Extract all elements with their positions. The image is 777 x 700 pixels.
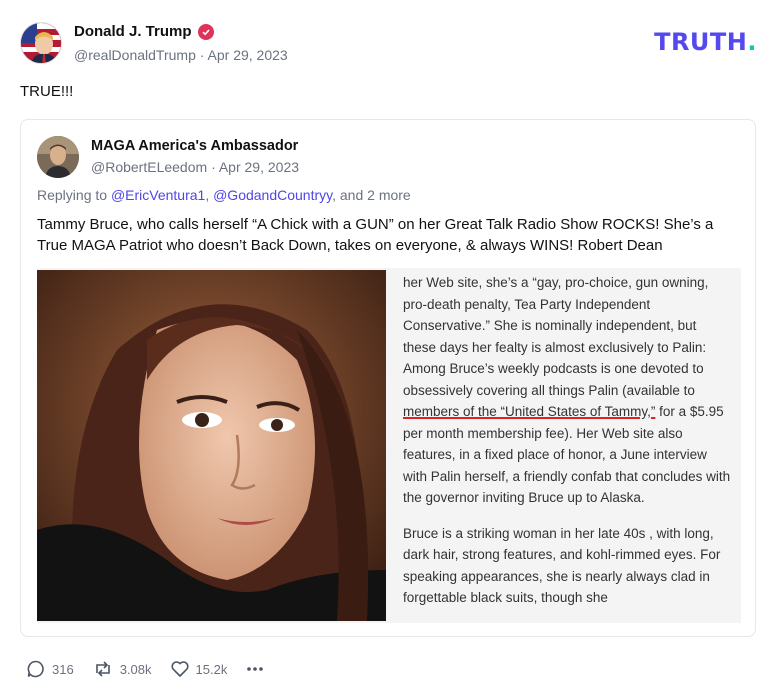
mention-link[interactable]: @EricVentura1 [111, 187, 205, 203]
reply-button[interactable]: 316 [26, 659, 74, 679]
article-text: for a $5.95 per month membership fee). H… [403, 404, 731, 505]
post-date[interactable]: Apr 29, 2023 [208, 47, 288, 63]
like-button[interactable]: 15.2k [170, 659, 228, 679]
replying-prefix: Replying to [37, 187, 108, 203]
replying-to-line: Replying to @EricVentura1, @GodandCountr… [37, 187, 411, 203]
meta-separator: · [199, 47, 208, 63]
truth-logo[interactable]: TRUTH. [654, 28, 757, 56]
action-bar: 316 3.08k 15.2k [26, 656, 283, 682]
post-text: TRUE!!! [20, 83, 74, 100]
retruth-button[interactable]: 3.08k [92, 659, 152, 679]
author-handle[interactable]: @realDonaldTrump [74, 47, 196, 63]
mention-link[interactable]: @GodandCountryy [213, 187, 332, 203]
more-button[interactable] [245, 659, 265, 679]
logo-text: TRUTH [654, 28, 748, 56]
underlined-phrase: members of the “United States of Tammy,” [403, 404, 656, 419]
portrait-photo [37, 270, 386, 621]
reply-count: 316 [52, 661, 74, 677]
meta-separator: · [211, 159, 219, 175]
attached-image[interactable]: her Web site, she’s a “gay, pro-choice, … [37, 268, 741, 623]
article-paragraph: Bruce is a striking woman in her late 40… [403, 525, 721, 606]
reply-icon [27, 660, 44, 678]
author-name-text[interactable]: Donald J. Trump [74, 22, 192, 42]
more-icon [247, 667, 264, 671]
quoted-avatar-image [37, 136, 79, 178]
quoted-post-text: Tammy Bruce, who calls herself “A Chick … [37, 216, 714, 254]
author-name[interactable]: Donald J. Trump [74, 22, 288, 42]
quoted-avatar[interactable] [37, 136, 79, 178]
article-paragraph: her Web site, she’s a “gay, pro-choice, … [403, 272, 733, 509]
article-excerpt: her Web site, she’s a “gay, pro-choice, … [403, 272, 733, 623]
like-count: 15.2k [195, 661, 228, 677]
avatar-image [21, 23, 61, 63]
heart-icon [170, 661, 189, 677]
post-header: Donald J. Trump @realDonaldTrump · Apr 2… [20, 22, 757, 66]
author-meta: @realDonaldTrump · Apr 29, 2023 [74, 44, 288, 66]
quoted-date[interactable]: Apr 29, 2023 [219, 159, 299, 175]
logo-dot: . [747, 28, 757, 56]
retruth-icon [95, 661, 110, 677]
article-text: her Web site, she’s a “gay, pro-choice, … [403, 275, 709, 398]
quoted-author-meta: @RobertELeedom · Apr 29, 2023 [91, 159, 299, 175]
quoted-author-name[interactable]: MAGA America's Ambassador [91, 138, 298, 154]
mention-separator: , [205, 187, 214, 203]
verified-badge-icon [197, 24, 214, 40]
avatar[interactable] [20, 22, 62, 64]
replying-suffix[interactable]: , and 2 more [332, 187, 411, 203]
quoted-handle[interactable]: @RobertELeedom [91, 159, 207, 175]
quoted-post-card[interactable]: MAGA America's Ambassador @RobertELeedom… [20, 119, 756, 637]
retruth-count: 3.08k [119, 661, 152, 677]
